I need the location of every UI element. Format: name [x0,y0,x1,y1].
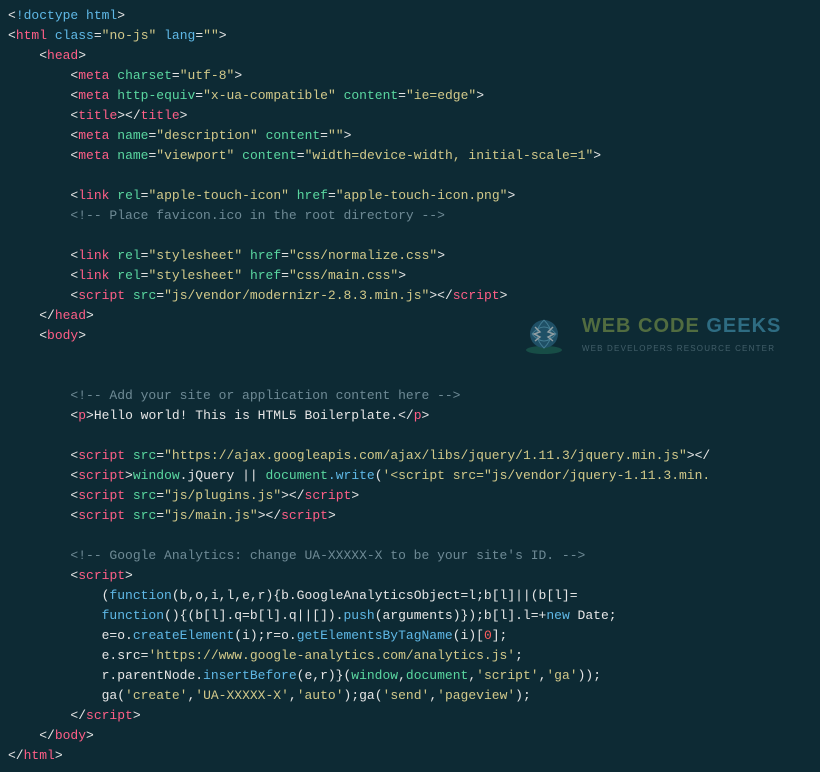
comment-content: <!-- Add your site or application conten… [70,388,460,403]
code-block: <!doctype html> <html class="no-js" lang… [0,6,820,766]
comment-analytics: <!-- Google Analytics: change UA-XXXXX-X… [70,548,585,563]
comment-favicon: <!-- Place favicon.ico in the root direc… [70,208,444,223]
